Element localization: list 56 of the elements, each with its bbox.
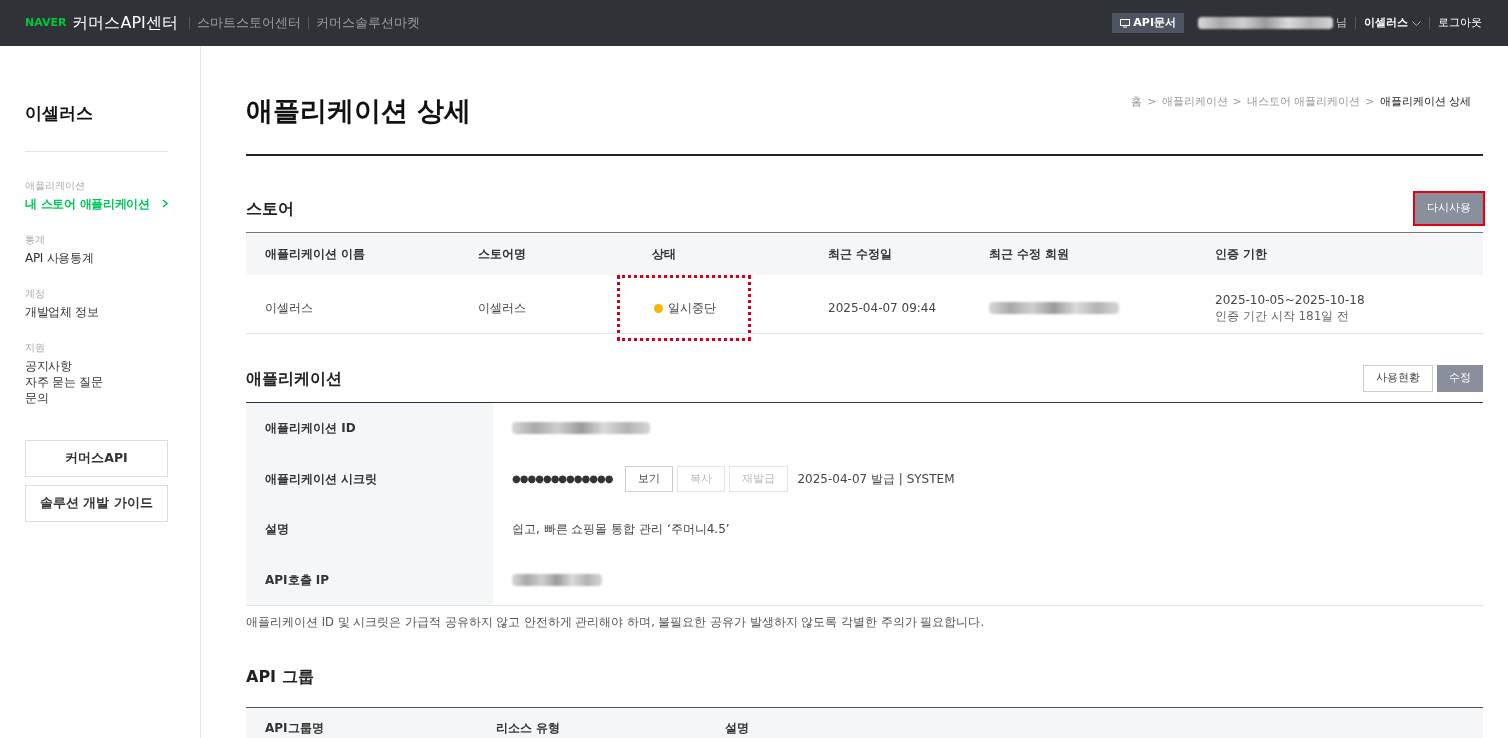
chevron-icon bbox=[162, 199, 168, 208]
nav-link[interactable]: 커머스솔루션마켓 bbox=[315, 13, 420, 33]
period-note: 인증 기간 시작 181일 전 bbox=[1215, 308, 1351, 324]
section-title: 애플리케이션 bbox=[246, 367, 342, 390]
notice-text: 애플리케이션 ID 및 시크릿은 가급적 공유하지 않고 안전하게 관리해야 하며, 불필요한 공유가 발생하지 않도록 각별한 주의가 필요합니다. bbox=[246, 614, 986, 631]
field-value: 쉽고, 빠른 쇼핑몰 통합 관리 ‘주머니4.5’ bbox=[512, 521, 730, 539]
brand-logo[interactable]: NAVER bbox=[25, 14, 67, 32]
section-title: 스토어 bbox=[246, 197, 294, 220]
sidebar-title: 이셀러스 bbox=[25, 101, 168, 152]
section-label: 계정 bbox=[25, 286, 46, 301]
sidebar-item[interactable]: 개발업체 정보 bbox=[25, 303, 168, 320]
field-label: API호출 IP bbox=[265, 571, 329, 589]
table-cell-text: 이셀러스 bbox=[478, 300, 527, 317]
page-title: 애플리케이션 상세 bbox=[246, 97, 472, 124]
column-header: API그룹명 bbox=[265, 719, 325, 737]
sidebar-item[interactable]: API 사용통계 bbox=[25, 249, 168, 266]
breadcrumb-separator: > bbox=[1365, 93, 1375, 110]
sidebar-item[interactable]: 공지사항 bbox=[25, 357, 168, 374]
section-title: API 그룹 bbox=[246, 666, 315, 689]
breadcrumb-separator: > bbox=[1232, 93, 1242, 110]
account-menu[interactable]: 이셀러스 bbox=[1364, 14, 1421, 32]
sidebar-button[interactable]: 솔루션 개발 가이드 bbox=[25, 484, 168, 522]
status-text: 일시중단 bbox=[668, 300, 716, 317]
issue-note: 2025-04-07 발급 | SYSTEM bbox=[797, 470, 955, 488]
table-cell-text: 이셀러스 bbox=[265, 300, 314, 317]
table-cell-text: 2025-10-05~2025-10-18 bbox=[1215, 292, 1366, 308]
usage-button[interactable]: 사용현황 bbox=[1363, 365, 1433, 392]
site-title[interactable]: 커머스API센터 bbox=[72, 11, 178, 35]
column-header: 최근 수정일 bbox=[828, 246, 894, 263]
column-header: 인증 기한 bbox=[1215, 246, 1269, 263]
user-suffix: 님 bbox=[1336, 14, 1347, 31]
nav-link[interactable]: 스마트스토어센터 bbox=[196, 13, 301, 33]
api-docs-button[interactable]: API문서 bbox=[1112, 13, 1184, 33]
section-label: 통계 bbox=[25, 232, 46, 247]
field-label: 애플리케이션 시크릿 bbox=[265, 470, 378, 488]
sidebar-item[interactable]: 문의 bbox=[25, 389, 168, 406]
field-label: 설명 bbox=[265, 521, 289, 539]
column-header: 애플리케이션 이름 bbox=[265, 246, 367, 263]
caret-icon bbox=[1412, 20, 1421, 26]
masked-secret: ●●●●●●●●●●●●● bbox=[512, 472, 613, 487]
sidebar-button[interactable]: 커머스API bbox=[25, 439, 168, 477]
column-header: 설명 bbox=[725, 719, 750, 737]
section-label: 지원 bbox=[25, 340, 46, 355]
monitor-icon bbox=[1120, 18, 1131, 28]
breadcrumb-separator: > bbox=[1147, 93, 1157, 110]
secret-button[interactable]: 보기 bbox=[625, 465, 674, 492]
column-header: 상태 bbox=[652, 246, 677, 263]
logout-link[interactable]: 로그아웃 bbox=[1438, 14, 1482, 32]
column-header: 리소스 유형 bbox=[496, 719, 562, 737]
table-cell-text: 2025-04-07 09:44 bbox=[828, 300, 938, 317]
breadcrumb-link[interactable]: 애플리케이션 상세 bbox=[1379, 93, 1471, 110]
column-header: 최근 수정 회원 bbox=[989, 246, 1071, 263]
field-label: 애플리케이션 ID bbox=[265, 420, 356, 438]
column-header: 스토어명 bbox=[478, 246, 527, 263]
section-label: 애플리케이션 bbox=[25, 178, 86, 193]
sidebar-item[interactable]: 자주 묻는 질문 bbox=[25, 373, 168, 390]
